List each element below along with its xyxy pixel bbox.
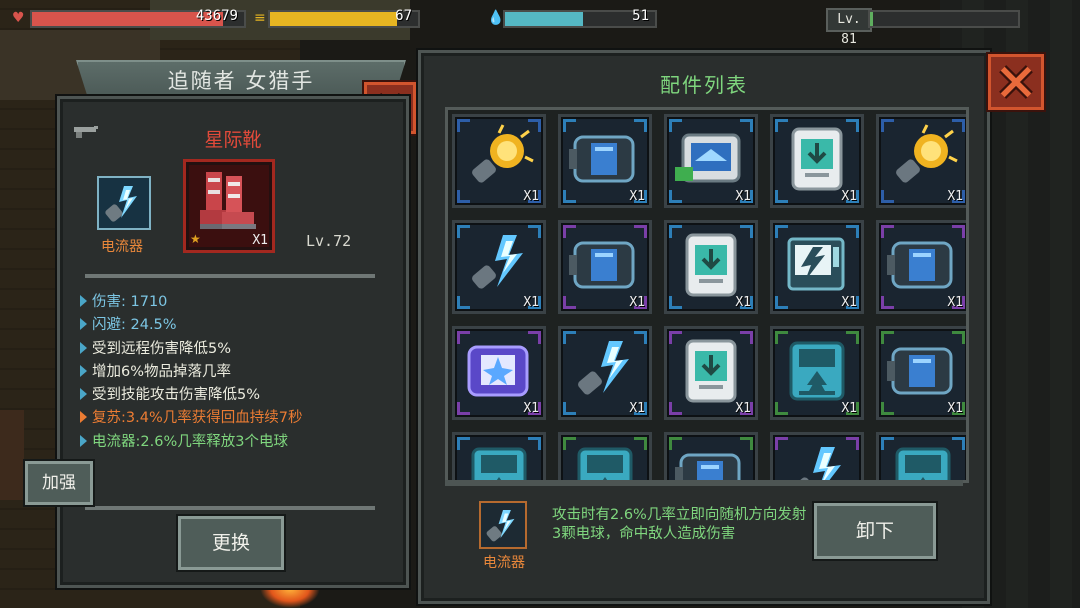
accessory-slot[interactable]: X1 (876, 114, 966, 208)
stat-line: 受到远程伤害降低5% (80, 338, 400, 361)
accessory-slot[interactable]: X1 (452, 220, 546, 314)
health-bar: 43679 (30, 8, 246, 28)
accessory-count: X1 (735, 295, 751, 310)
equipped-accessory-label: 电流器 (101, 239, 143, 255)
energy-bar-fill (270, 12, 398, 26)
accessory-slot[interactable]: X1 (876, 326, 966, 420)
health-bar-fill (32, 12, 223, 26)
accessory-list-title: 配件列表 (660, 73, 748, 97)
accessory-count: X1 (841, 189, 857, 204)
mana-bar-fill (505, 12, 583, 26)
heart-icon: ♥ (12, 10, 25, 26)
accessory-count: X1 (523, 401, 539, 416)
accessory-count: X1 (947, 401, 963, 416)
accessory-count: X1 (629, 295, 645, 310)
electric-capsule-icon (790, 447, 841, 480)
accessory-grid-frame: X1 X1 X1 X1 X1 X1 X1 X1 X1 X1 X1 X1 X1 X1 X1 (445, 107, 969, 483)
electric-capsule-icon (105, 186, 137, 222)
health-hud: ♥ 43679 (12, 7, 248, 28)
mana-bar: 51 (503, 8, 657, 28)
energy-value: 67 (395, 8, 412, 24)
close-accessory-list-button[interactable] (988, 54, 1044, 110)
energy-bar: 67 (268, 8, 420, 28)
shield-module-icon (675, 453, 741, 480)
energy-hud: ≡ 67 (254, 7, 420, 28)
electric-capsule-icon (486, 510, 515, 542)
accessory-slot[interactable]: X1 (452, 114, 546, 208)
divider (85, 506, 375, 510)
accessory-slot[interactable]: X1 (770, 326, 864, 420)
boots-count: X1 (252, 233, 268, 248)
background-cart (0, 410, 24, 500)
selected-accessory-label: 电流器 (483, 555, 525, 571)
water-drop-icon: 💧 (487, 10, 505, 26)
strengthen-button[interactable]: 加强 (25, 461, 93, 505)
tree-module-icon (471, 447, 527, 480)
accessory-grid-scrollbar[interactable] (445, 480, 963, 486)
accessory-count: X1 (523, 295, 539, 310)
player-level-badge: Lv. 81 (826, 8, 872, 47)
stat-line: 电流器:2.6%几率释放3个电球 (80, 431, 400, 454)
accessory-count: X1 (629, 189, 645, 204)
stat-line: 受到技能攻击伤害降低5% (80, 384, 400, 407)
item-level: Lv.72 (306, 232, 352, 250)
accessory-slot[interactable]: X1 (664, 220, 758, 314)
equipped-boots-slot[interactable]: ★ X1 (183, 159, 275, 253)
accessory-list-panel: 配件列表 X1 X1 X1 X1 X1 X1 X1 X1 X1 X1 X1 X1 X1 X1 X1 电流器 … (418, 50, 990, 604)
close-icon (999, 65, 1033, 99)
unequip-button[interactable]: 卸下 (814, 503, 936, 559)
follower-panel: 星际靴 电流器 ★ X1 Lv.72 伤害: 1710 闪避: 24.5% 受到远程… (25, 96, 409, 588)
coin-stack-icon: ≡ (254, 10, 266, 26)
mana-value: 51 (632, 8, 649, 24)
accessory-slot[interactable]: X1 (876, 220, 966, 314)
accessory-slot[interactable]: X1 (770, 114, 864, 208)
equipped-accessory-slot[interactable] (97, 176, 151, 230)
experience-bar-fill (870, 12, 873, 26)
mana-hud: 💧 51 (487, 7, 657, 28)
accessory-count: X1 (629, 401, 645, 416)
stat-list: 伤害: 1710 闪避: 24.5% 受到远程伤害降低5% 增加6%物品掉落几率 受到技… (80, 291, 400, 454)
follower-title: 追随者 女猎手 (167, 69, 315, 93)
accessory-slot[interactable] (452, 432, 546, 480)
selected-accessory-description: 攻击时有2.6%几率立即向随机方向发射3颗电球，命中敌人造成伤害 (552, 507, 807, 542)
accessory-slot[interactable] (558, 432, 652, 480)
accessory-slot[interactable]: X1 (558, 220, 652, 314)
divider (85, 274, 375, 278)
accessory-slot[interactable]: X1 (664, 326, 758, 420)
stat-line: 伤害: 1710 (80, 291, 400, 314)
experience-bar (868, 10, 1020, 28)
stat-line: 闪避: 24.5% (80, 314, 400, 337)
accessory-count: X1 (947, 189, 963, 204)
swap-button[interactable]: 更换 (178, 516, 284, 570)
accessory-slot[interactable] (876, 432, 966, 480)
accessory-slot[interactable]: X1 (452, 326, 546, 420)
equipped-item-name: 星际靴 (204, 129, 262, 151)
stat-line: 复苏:3.4%几率获得回血持续7秒 (80, 407, 400, 430)
accessory-count: X1 (735, 401, 751, 416)
accessory-slot[interactable] (664, 432, 758, 480)
selected-accessory-icon-slot (479, 501, 527, 549)
accessory-count: X1 (841, 401, 857, 416)
accessory-count: X1 (523, 189, 539, 204)
tree-module-icon (895, 447, 951, 480)
experience-hud (868, 7, 1024, 28)
health-value: 43679 (195, 8, 238, 24)
tree-module-icon (577, 447, 633, 480)
accessory-slot[interactable]: X1 (558, 114, 652, 208)
accessory-slot[interactable]: X1 (664, 114, 758, 208)
rarity-star-icon: ★ (190, 232, 201, 246)
accessory-count: X1 (735, 189, 751, 204)
accessory-count: X1 (947, 295, 963, 310)
accessory-slot[interactable]: X1 (770, 220, 864, 314)
accessory-slot[interactable] (770, 432, 864, 480)
accessory-count: X1 (841, 295, 857, 310)
stat-line: 增加6%物品掉落几率 (80, 361, 400, 384)
accessory-slot[interactable]: X1 (558, 326, 652, 420)
